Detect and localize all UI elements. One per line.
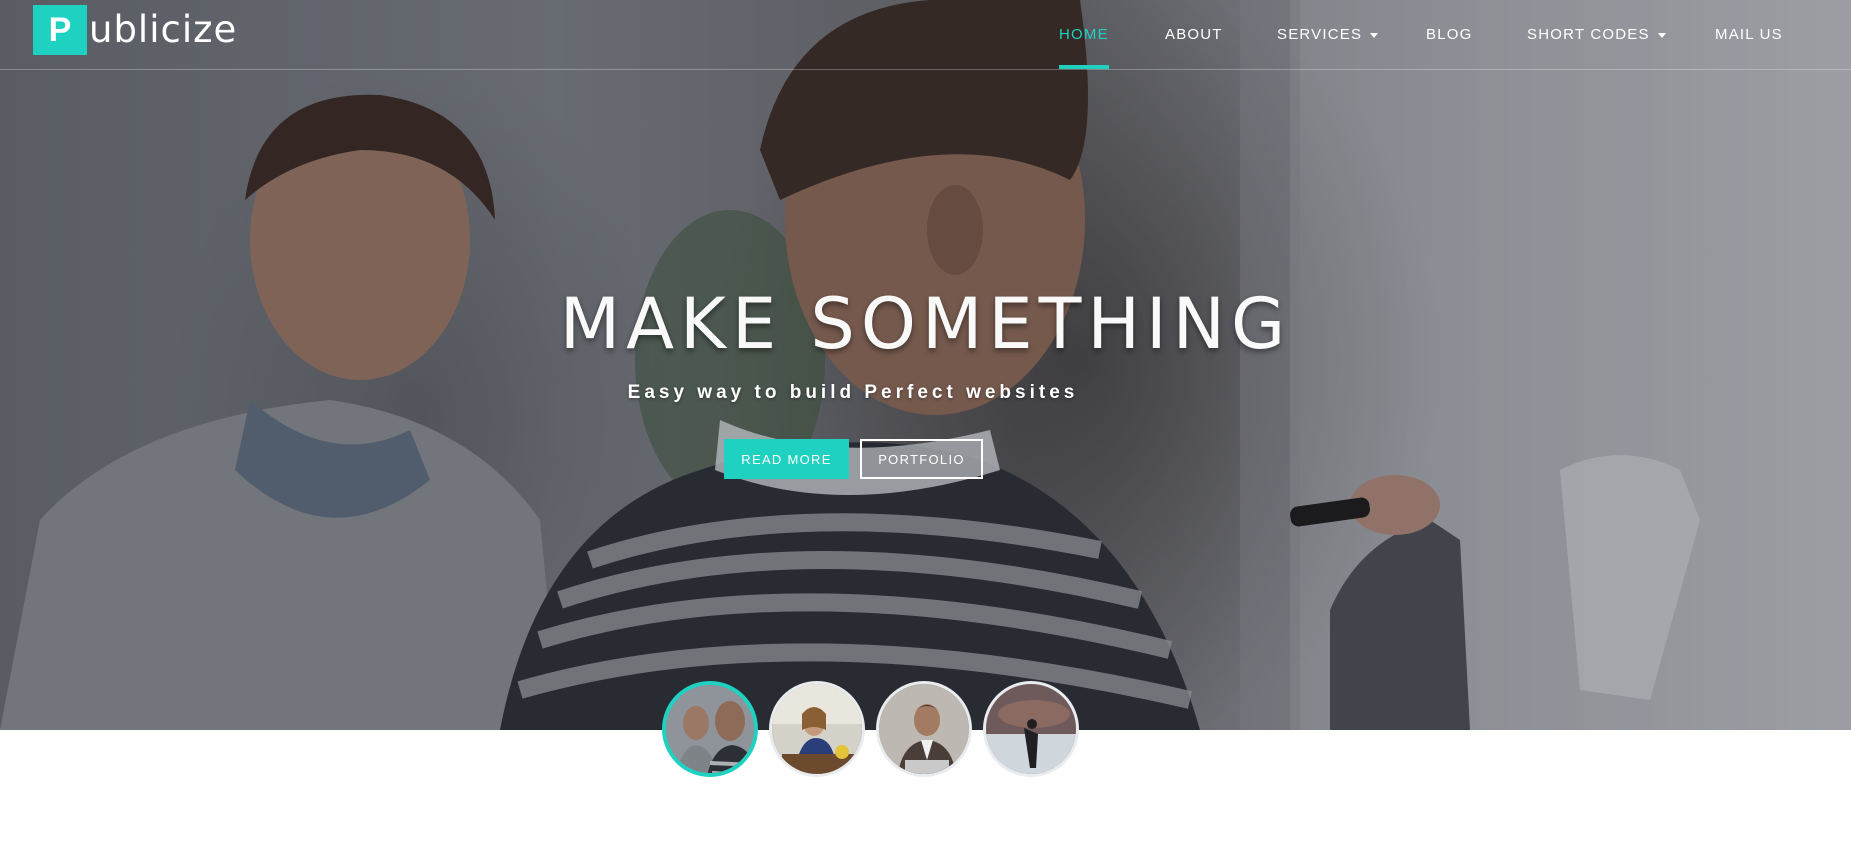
nav-item-blog[interactable]: BLOG xyxy=(1426,0,1472,69)
hero-headline-text: MAKE SOMETHING xyxy=(559,283,1292,365)
man-with-laptop-photo xyxy=(879,684,969,774)
slide-thumb-2[interactable] xyxy=(769,681,865,777)
hero-headline: MAKE SOMETHING xyxy=(0,284,1851,364)
brand-logo[interactable]: P ublicize xyxy=(33,5,237,55)
logo-text: ublicize xyxy=(89,8,238,51)
hero-tagline: Easy way to build Perfect websites xyxy=(627,382,1079,403)
caret-down-icon xyxy=(1370,33,1379,38)
nav-item-label: SHORT CODES xyxy=(1527,26,1650,43)
woman-at-desk-photo xyxy=(772,684,862,774)
nav-item-short-codes[interactable]: SHORT CODES xyxy=(1527,0,1666,69)
slide-thumb-4[interactable] xyxy=(983,681,1079,777)
hero-overlay xyxy=(0,0,1851,730)
logo-mark: P xyxy=(33,5,87,55)
nav-item-label: ABOUT xyxy=(1165,26,1223,43)
read-more-button[interactable]: READ MORE xyxy=(724,439,849,479)
hero-slider: P ublicize HOME ABOUT SERVICES BLOG SHOR… xyxy=(0,0,1851,730)
top-navigation: P ublicize HOME ABOUT SERVICES BLOG SHOR… xyxy=(0,0,1851,70)
page: P ublicize HOME ABOUT SERVICES BLOG SHOR… xyxy=(0,0,1851,853)
handshake-photo xyxy=(986,684,1076,774)
caret-down-icon xyxy=(1657,33,1666,38)
nav-item-about[interactable]: ABOUT xyxy=(1165,0,1223,69)
nav-item-home[interactable]: HOME xyxy=(1059,0,1109,69)
slide-thumb-1[interactable] xyxy=(662,681,758,777)
nav-item-label: BLOG xyxy=(1426,26,1473,43)
nav-item-label: SERVICES xyxy=(1277,26,1363,43)
two-men-office-photo xyxy=(666,685,754,773)
nav-item-services[interactable]: SERVICES xyxy=(1277,0,1379,69)
nav-item-mail-us[interactable]: MAIL US xyxy=(1715,0,1783,69)
portfolio-button[interactable]: PORTFOLIO xyxy=(860,439,983,479)
nav-item-label: MAIL US xyxy=(1715,26,1783,43)
nav-item-label: HOME xyxy=(1059,26,1109,43)
slide-thumb-3[interactable] xyxy=(876,681,972,777)
